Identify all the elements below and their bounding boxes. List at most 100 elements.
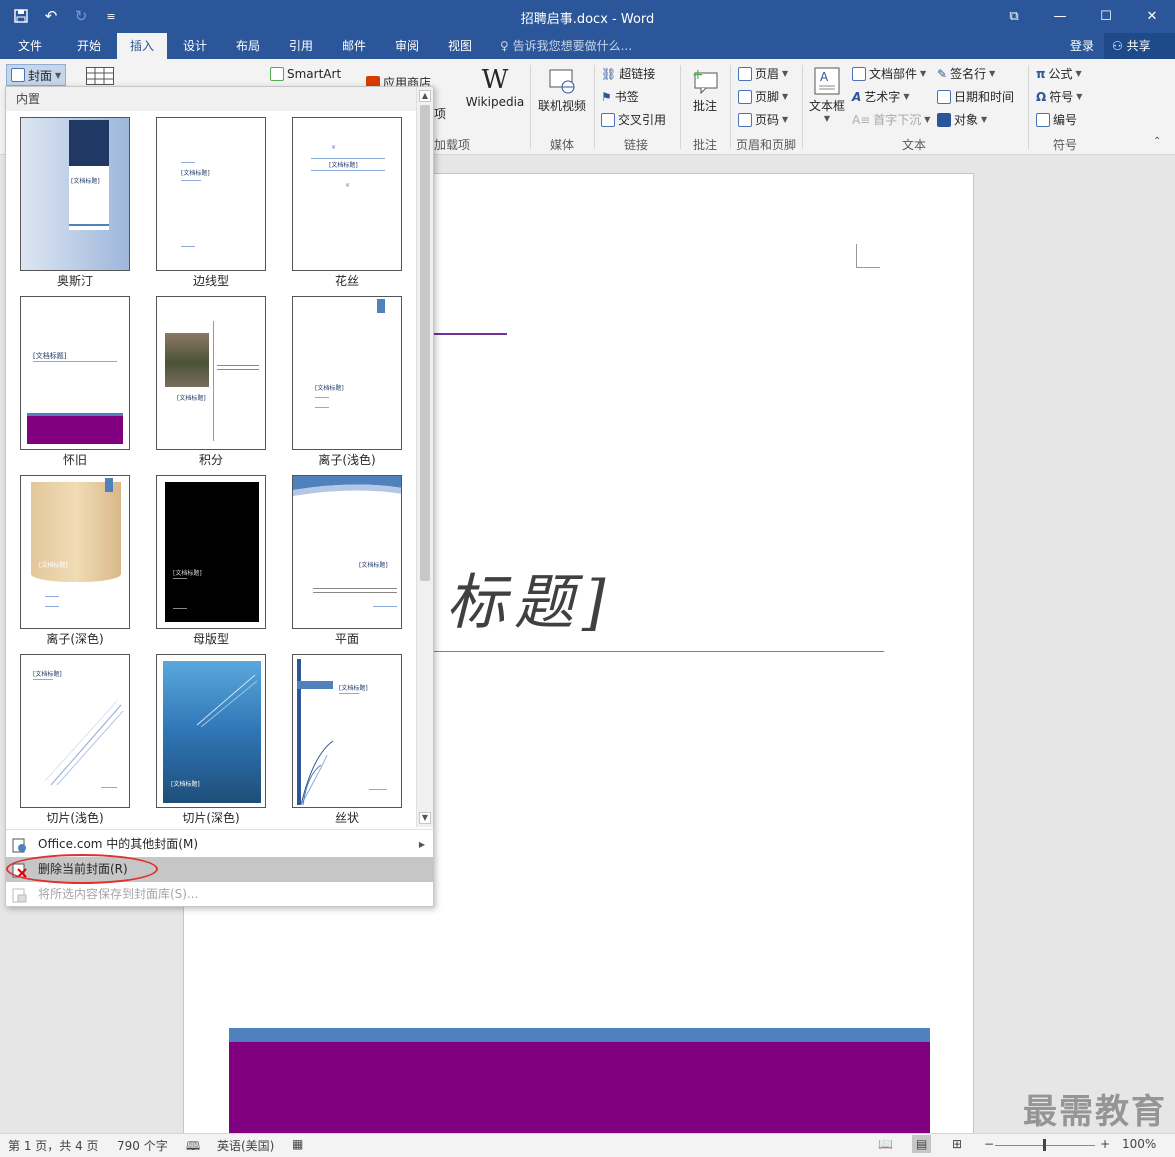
zoom-level[interactable]: 100% — [1122, 1137, 1156, 1151]
document-title-placeholder[interactable]: 标题] — [446, 554, 613, 641]
wikipedia-button[interactable]: W Wikipedia — [465, 65, 525, 109]
cover-banded[interactable]: [文档标题] 母版型 — [156, 475, 266, 648]
cross-reference-label: 交叉引用 — [618, 113, 667, 127]
word-count[interactable]: 790 个字 — [117, 1137, 168, 1154]
web-layout-icon[interactable]: ⊞ — [952, 1137, 962, 1151]
bookmark-button[interactable]: ⚑ 书签 — [601, 88, 639, 105]
quick-parts-button[interactable]: 文档部件 ▼ — [852, 65, 926, 82]
tab-layout[interactable]: 布局 — [223, 33, 273, 59]
tab-review[interactable]: 审阅 — [382, 33, 432, 59]
cover-sideline[interactable]: [文档标题] 边线型 — [156, 117, 266, 290]
thumb-title: [文档标题] — [359, 562, 388, 569]
share-label: 共享 — [1126, 39, 1151, 53]
drop-cap-button[interactable]: A≡ 首字下沉 ▼ — [852, 111, 930, 128]
smartart-label: SmartArt — [287, 67, 342, 81]
cover-thumbnail: [文档标题] — [292, 654, 402, 808]
cover-wisp[interactable]: [文档标题] 丝状 — [292, 654, 402, 827]
page-number-button[interactable]: 页码 ▼ — [738, 111, 788, 128]
cover-thumbnail: [文档标题] — [156, 117, 266, 271]
title-bar: ↶ ↻ ≡ 招聘启事.docx - Word ⧉ — ☐ ✕ — [0, 0, 1175, 33]
smartart-button[interactable]: SmartArt — [270, 67, 341, 81]
scrollbar-thumb[interactable] — [420, 105, 430, 581]
comment-label: 批注 — [692, 99, 717, 113]
cover-ion-light[interactable]: [文档标题] 离子(浅色) — [292, 296, 402, 469]
gallery-scrollbar[interactable]: ▲ ▼ — [416, 87, 433, 827]
sign-in-link[interactable]: 登录 — [1070, 33, 1094, 59]
quick-parts-label: 文档部件 — [869, 67, 918, 81]
cover-slice-light[interactable]: [文档标题] 切片(浅色) — [20, 654, 130, 827]
ribbon-display-options-icon[interactable]: ⧉ — [991, 0, 1037, 33]
table-icon[interactable] — [86, 67, 114, 85]
object-label: 对象 — [954, 113, 979, 127]
tab-references[interactable]: 引用 — [276, 33, 326, 59]
drop-cap-icon: A≡ — [852, 112, 871, 127]
symbol-button[interactable]: Ω 符号 ▼ — [1036, 88, 1082, 105]
tab-insert[interactable]: 插入 — [117, 33, 167, 59]
tab-view[interactable]: 视图 — [435, 33, 485, 59]
cover-filigree[interactable]: ❦ [文档标题] ❦ 花丝 — [292, 117, 402, 290]
smartart-icon — [270, 67, 284, 81]
chevron-down-icon: ▼ — [1075, 69, 1082, 78]
wikipedia-icon: W — [481, 65, 509, 95]
cover-ion-dark[interactable]: [文档标题] 离子(深色) — [20, 475, 130, 648]
proofing-icon[interactable]: 🕮 — [186, 1137, 200, 1157]
signature-line-button[interactable]: ✎ 签名行 ▼ — [937, 65, 995, 82]
textbox-button[interactable]: A 文本框 ▼ — [806, 67, 848, 123]
new-comment-button[interactable]: + 批注 — [686, 67, 724, 114]
cover-austin[interactable]: [文档标题] 奥斯汀 — [20, 117, 130, 290]
footer-button[interactable]: 页脚 ▼ — [738, 88, 788, 105]
save-selection-label: 将所选内容保存到封面库(S)... — [38, 887, 199, 901]
equation-button[interactable]: π 公式 ▼ — [1036, 65, 1082, 82]
status-bar: 第 1 页，共 4 页 790 个字 🕮 英语(美国) ▦ 📖 ▤ ⊞ − + … — [0, 1133, 1175, 1157]
collapse-ribbon-icon[interactable]: ⌃ — [1153, 136, 1161, 147]
cross-reference-button[interactable]: 交叉引用 — [601, 111, 666, 128]
cover-thumbnail: [文档标题] — [20, 296, 130, 450]
close-button[interactable]: ✕ — [1129, 0, 1175, 33]
cover-page-button[interactable]: 封面 ▼ — [6, 64, 67, 86]
date-time-button[interactable]: 日期和时间 — [937, 88, 1014, 105]
cover-thumbnail: [文档标题] — [156, 296, 266, 450]
cover-slice-dark[interactable]: [文档标题] 切片(深色) — [156, 654, 266, 827]
tab-design[interactable]: 设计 — [170, 33, 220, 59]
page-count[interactable]: 第 1 页，共 4 页 — [8, 1137, 99, 1154]
zoom-out-button[interactable]: − — [984, 1137, 994, 1151]
my-addins-label[interactable]: 项 — [434, 105, 446, 122]
cover-retrospect[interactable]: [文档标题] 怀旧 — [20, 296, 130, 469]
maximize-button[interactable]: ☐ — [1083, 0, 1129, 33]
zoom-in-button[interactable]: + — [1100, 1137, 1110, 1151]
cover-page-icon — [11, 68, 25, 82]
print-layout-icon[interactable]: ▤ — [912, 1135, 932, 1153]
tell-me-box[interactable]: ♀ 告诉我您想要做什么... — [500, 33, 632, 59]
macro-icon[interactable]: ▦ — [292, 1137, 303, 1151]
cover-integral[interactable]: [文档标题] 积分 — [156, 296, 266, 469]
header-button[interactable]: 页眉 ▼ — [738, 65, 788, 82]
chevron-down-icon: ▼ — [920, 69, 927, 78]
cover-thumbnail: [文档标题] — [20, 654, 130, 808]
share-button[interactable]: ⚇ 共享 — [1104, 33, 1175, 59]
save-to-gallery-icon — [12, 887, 27, 903]
minimize-button[interactable]: — — [1037, 0, 1083, 33]
number-button[interactable]: 编号 — [1036, 111, 1077, 128]
hyperlink-button[interactable]: ⛓ 超链接 — [601, 65, 655, 82]
addins-group-label: 加载项 — [434, 138, 471, 152]
header-footer-group-label: 页眉和页脚 — [736, 138, 797, 152]
chevron-down-icon: ▼ — [55, 70, 62, 80]
cover-facet[interactable]: [文档标题] 平面 — [292, 475, 402, 648]
scroll-down-icon[interactable]: ▼ — [419, 812, 431, 824]
zoom-slider-thumb[interactable] — [1043, 1139, 1046, 1151]
footer-icon — [738, 89, 752, 104]
office-online-icon — [12, 837, 27, 853]
save-selection-menu-item[interactable]: 将所选内容保存到封面库(S)... — [6, 882, 433, 907]
tab-home[interactable]: 开始 — [64, 33, 114, 59]
wordart-button[interactable]: A 艺术字 ▼ — [852, 88, 909, 105]
online-video-button[interactable]: 联机视频 — [536, 67, 588, 114]
object-button[interactable]: 对象 ▼ — [937, 111, 987, 128]
language-indicator[interactable]: 英语(美国) — [217, 1137, 274, 1154]
symbols-group-label: 符号 — [1053, 138, 1078, 152]
scroll-up-icon[interactable]: ▲ — [419, 90, 431, 102]
chevron-down-icon: ▼ — [903, 92, 910, 101]
read-mode-icon[interactable]: 📖 — [878, 1137, 893, 1151]
number-label: 编号 — [1053, 113, 1078, 127]
tab-mailings[interactable]: 邮件 — [329, 33, 379, 59]
tab-file[interactable]: 文件 — [6, 33, 54, 59]
